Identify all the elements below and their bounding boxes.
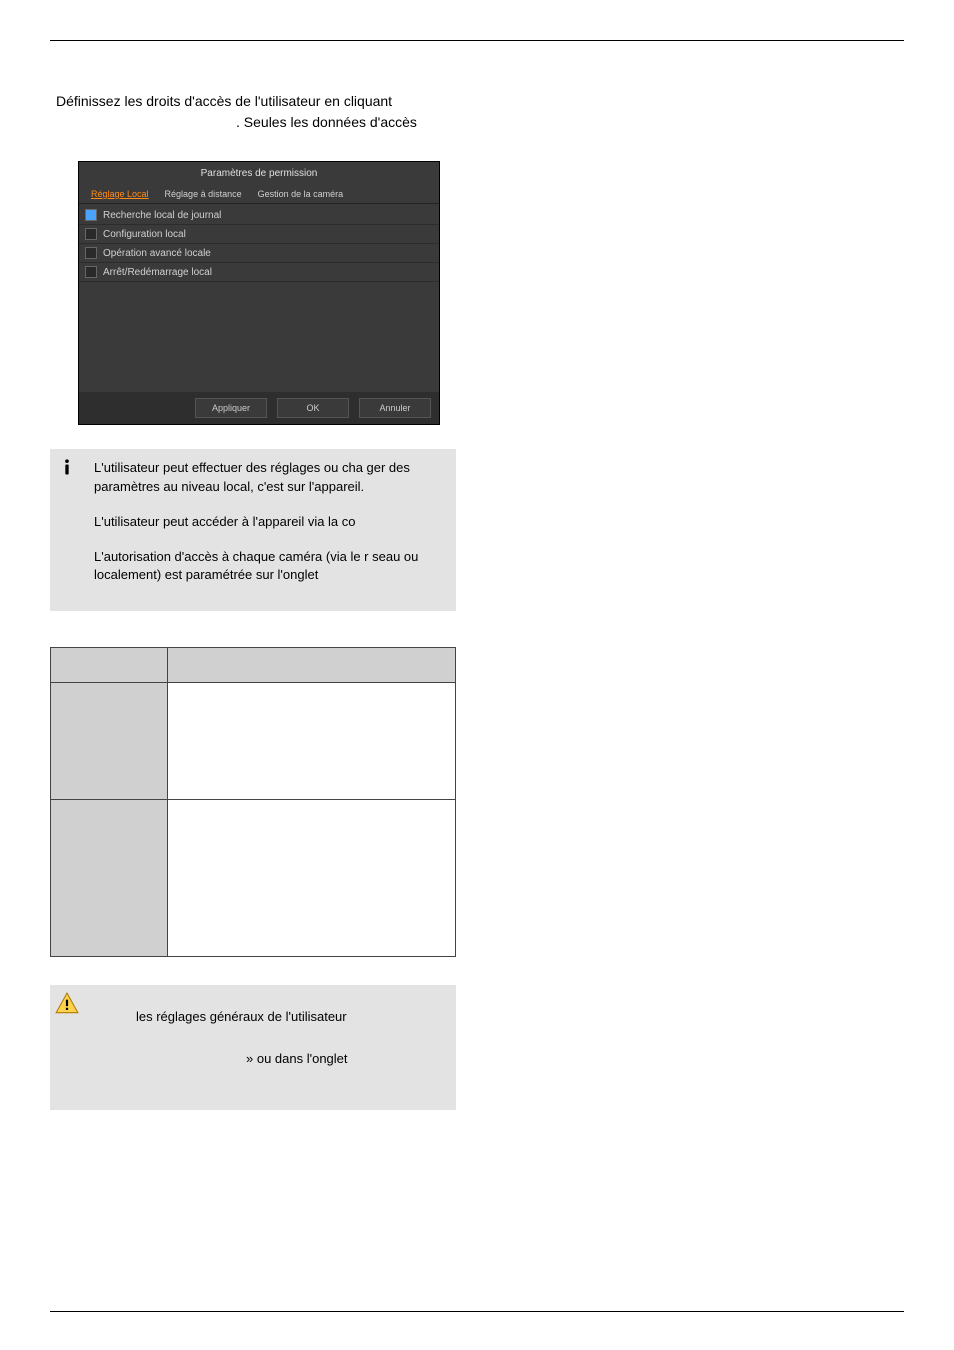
perm-label: Opération avancé locale [103,248,211,259]
tab-local[interactable]: Réglage Local [83,185,157,203]
table-cell [168,800,456,957]
info-p2: L'utilisateur peut accéder à l'appareil … [94,513,446,532]
intro-line2: . Seules les données d'accès [56,112,417,133]
perm-label: Arrêt/Redémarrage local [103,267,212,278]
table-row [51,683,456,800]
perm-row[interactable]: Recherche local de journal [79,206,439,225]
checkbox-icon[interactable] [85,247,97,259]
table-header-cell [168,648,456,683]
table-row-header [51,800,168,957]
dialog-tabs: Réglage Local Réglage à distance Gestion… [79,185,439,204]
warning-icon [50,985,84,1109]
permission-dialog: Paramètres de permission Réglage Local R… [78,161,440,425]
intro-text: Définissez les droits d'accès de l'utili… [56,91,904,133]
dialog-title: Paramètres de permission [79,162,439,185]
table-row-header [51,683,168,800]
bottom-rule [50,1311,904,1312]
dialog-buttons: Appliquer OK Annuler [79,392,439,424]
info-p1: L'utilisateur peut effectuer des réglage… [94,459,446,497]
warning-box: les réglages généraux de l'utilisateur »… [50,985,456,1109]
warning-body: les réglages généraux de l'utilisateur »… [84,985,456,1109]
checkbox-icon[interactable] [85,228,97,240]
intro-line1: Définissez les droits d'accès de l'utili… [56,93,392,109]
table-row [51,800,456,957]
info-body: L'utilisateur peut effectuer des réglage… [84,449,456,611]
table-header-cell [51,648,168,683]
info-p3: L'autorisation d'accès à chaque caméra (… [94,548,446,586]
checkbox-icon[interactable] [85,209,97,221]
perm-label: Configuration local [103,229,186,240]
perm-row[interactable]: Arrêt/Redémarrage local [79,263,439,282]
tab-camera[interactable]: Gestion de la caméra [250,185,352,203]
table-cell [168,683,456,800]
warn-line2: » ou dans l'onglet [136,1049,348,1070]
ok-button[interactable]: OK [277,398,349,418]
tab-remote[interactable]: Réglage à distance [157,185,250,203]
warn-line1: les réglages généraux de l'utilisateur [136,1009,347,1024]
dialog-spacer [79,282,439,392]
info-box: L'utilisateur peut effectuer des réglage… [50,449,456,611]
info-icon [50,449,84,611]
perm-label: Recherche local de journal [103,210,221,221]
cancel-button[interactable]: Annuler [359,398,431,418]
perm-row[interactable]: Configuration local [79,225,439,244]
permission-list: Recherche local de journal Configuration… [79,204,439,282]
parameters-table [50,647,456,957]
apply-button[interactable]: Appliquer [195,398,267,418]
checkbox-icon[interactable] [85,266,97,278]
top-rule [50,40,904,41]
table-header-row [51,648,456,683]
perm-row[interactable]: Opération avancé locale [79,244,439,263]
